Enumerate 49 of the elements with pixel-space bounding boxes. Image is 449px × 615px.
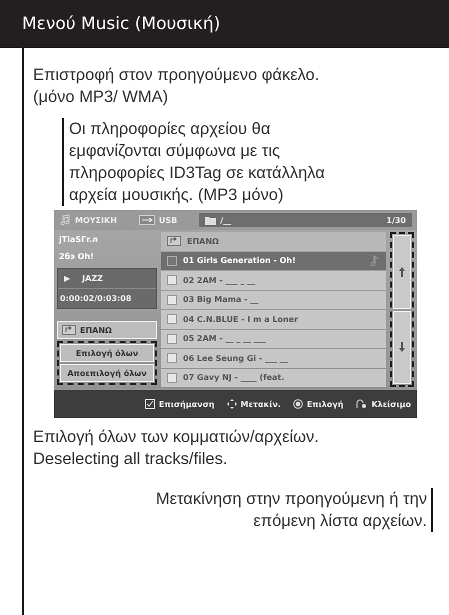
folder-icon xyxy=(205,216,216,224)
track-row[interactable]: 06 Lee Seung Gi - ___ __ xyxy=(161,349,386,368)
up-folder-icon xyxy=(167,236,181,246)
music-note-icon xyxy=(370,254,380,267)
page-down-button[interactable] xyxy=(393,310,411,384)
up-folder-button[interactable]: ΕΠΑΝΩ xyxy=(57,321,157,339)
return-icon xyxy=(355,399,368,409)
select-button-icon xyxy=(292,399,303,409)
play-icon: ▶ xyxy=(64,274,70,283)
track-row[interactable]: 07 Gavy NJ - ____ (feat. xyxy=(161,368,386,387)
track-info: 2бэ Oh! xyxy=(58,251,95,263)
checkbox[interactable] xyxy=(167,334,177,344)
select-all-button[interactable]: Αποεπιλογή όλων xyxy=(60,364,154,382)
source-label: USB xyxy=(158,216,178,224)
checkbox[interactable] xyxy=(167,256,177,266)
path-field: /__ 1/30 xyxy=(199,213,412,227)
track-info: jTiaSΓr.л xyxy=(58,234,99,246)
checkbox[interactable] xyxy=(167,275,177,286)
section-title: Μενού Music (Μουσική) xyxy=(22,14,220,34)
track-row[interactable]: 02 2AM - ___ _ __ xyxy=(161,271,386,290)
checkbox-icon xyxy=(144,399,155,409)
track-row[interactable]: 04 C.N.BLUE - I m a Loner xyxy=(161,310,386,328)
music-note-icon xyxy=(59,214,71,226)
page-up-button[interactable] xyxy=(393,235,411,308)
hint-label: Επισήμανση xyxy=(158,400,214,408)
genre-label: JAZZ xyxy=(82,274,103,283)
direction-pad-icon xyxy=(226,399,236,409)
up-folder-row[interactable]: ΕΠΑΝΩ xyxy=(161,232,386,250)
track-row[interactable]: 03 Big Mama - __ xyxy=(161,290,386,309)
callout-text: Επιστροφή στον προηγούμενο φάκελο. (μόνο MP3/ WMA) xyxy=(32,65,320,108)
hint-label: Μετακίν. xyxy=(240,400,281,408)
hint-label: Επιλογή xyxy=(306,400,344,408)
callout-text: Μετακίνηση στην προηγούμενη ή την επόμενη λίστα αρχείων. xyxy=(107,488,433,532)
menu-title: ΜΟΥΣΙΚΗ xyxy=(75,216,117,224)
checkbox[interactable] xyxy=(167,314,177,324)
select-all-button[interactable]: Επιλογή όλων xyxy=(60,344,154,362)
callout-text: Οι πληροφορίες αρχείου θα εμφανίζονται σύμφωνα με τις πληροφορίες ID3Tag σε κατάλληλα αρχεία μουσικής. (MP3 μόνο) xyxy=(62,118,349,206)
checkbox[interactable] xyxy=(167,372,177,383)
hint-label: Κλείσιμο xyxy=(371,400,411,408)
checkbox[interactable] xyxy=(167,353,177,364)
checkbox[interactable] xyxy=(167,294,177,305)
track-row[interactable]: 01 Girls Generation - Oh! xyxy=(161,252,386,270)
callout-text: Επιλογή όλων των κομματιών/αρχείων. Deselecting all tracks/files. xyxy=(22,418,449,470)
up-arrow-icon xyxy=(398,266,406,278)
up-folder-icon xyxy=(62,325,76,335)
playback-time: 0:00:02/0:03:08 xyxy=(59,293,132,305)
down-arrow-icon xyxy=(398,341,406,354)
usb-icon xyxy=(138,215,155,225)
track-row[interactable]: 05 2AM - __ _ __ ___ xyxy=(161,330,386,348)
